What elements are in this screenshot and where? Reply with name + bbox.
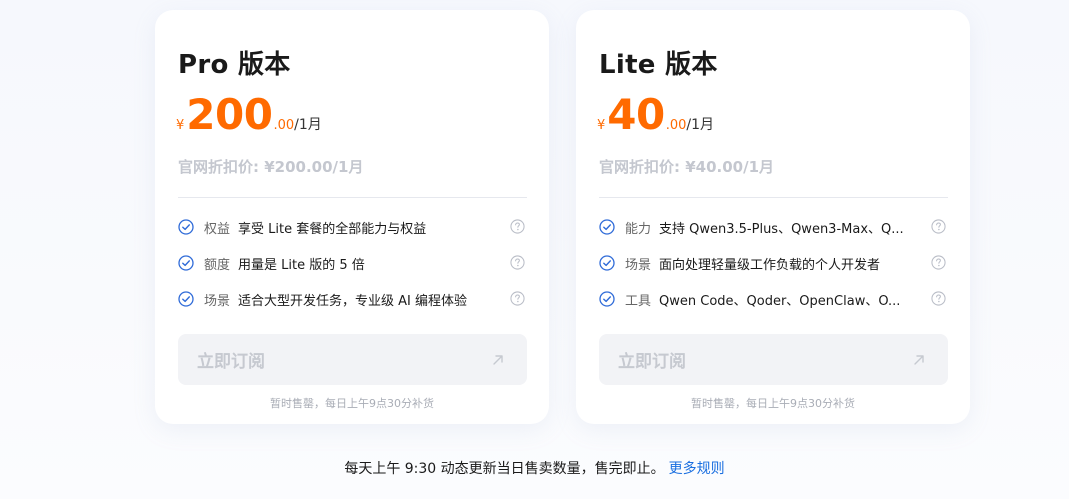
question-circle-icon[interactable]: [931, 291, 946, 306]
feature-label: 额度: [204, 258, 231, 273]
feature-item: 场景 适合大型开发任务，专业级 AI 编程体验: [178, 288, 527, 324]
feature-text: 面向处理轻量级工作负载的个人开发者: [659, 258, 881, 273]
price-currency: ¥: [597, 118, 606, 133]
check-circle-icon: [599, 291, 615, 307]
feature-text: 适合大型开发任务，专业级 AI 编程体验: [238, 294, 468, 309]
price-period: /1月: [686, 117, 715, 133]
sold-out-note: 暂时售罄，每日上午9点30分补货: [270, 397, 434, 410]
divider: [178, 197, 527, 198]
check-circle-icon: [178, 255, 194, 271]
official-discount-price: 官网折扣价: ¥200.00/1月: [178, 158, 364, 176]
price-currency: ¥: [176, 118, 185, 133]
price-amount: 40: [607, 90, 665, 139]
feature-list: 权益 享受 Lite 套餐的全部能力与权益 额度 用量是 Lite 版的 5 倍…: [178, 216, 527, 324]
check-circle-icon: [599, 255, 615, 271]
arrow-up-right-icon: [914, 354, 924, 365]
footer-note: 每天上午 9:30 动态更新当日售卖数量，售完即止。 更多规则: [0, 458, 1069, 478]
subscribe-label: 立即订阅: [618, 352, 686, 372]
official-discount-price: 官网折扣价: ¥40.00/1月: [599, 158, 775, 176]
feature-item: 工具 Qwen Code、Qoder、OpenClaw、O...: [599, 288, 948, 324]
feature-text: 享受 Lite 套餐的全部能力与权益: [238, 222, 427, 237]
check-circle-icon: [599, 219, 615, 235]
subscribe-button[interactable]: 立即订阅: [178, 334, 527, 385]
feature-item: 能力 支持 Qwen3.5-Plus、Qwen3-Max、Q...: [599, 216, 948, 252]
feature-label: 能力: [625, 222, 652, 237]
price: ¥40.00/1月: [597, 94, 714, 154]
arrow-up-right-icon: [493, 354, 503, 365]
feature-label: 场景: [625, 258, 652, 273]
plan-title: Lite 版本: [599, 50, 718, 80]
check-circle-icon: [178, 291, 194, 307]
feature-item: 额度 用量是 Lite 版的 5 倍: [178, 252, 527, 288]
subscribe-label: 立即订阅: [197, 352, 265, 372]
price-period: /1月: [294, 117, 322, 133]
question-circle-icon[interactable]: [510, 291, 525, 306]
footer-text: 每天上午 9:30 动态更新当日售卖数量，售完即止。: [344, 461, 665, 477]
plan-title: Pro 版本: [178, 50, 291, 80]
feature-text: 支持 Qwen3.5-Plus、Qwen3-Max、Q...: [659, 222, 904, 237]
feature-label: 场景: [204, 294, 231, 309]
subscribe-button[interactable]: 立即订阅: [599, 334, 948, 385]
feature-item: 权益 享受 Lite 套餐的全部能力与权益: [178, 216, 527, 252]
feature-text: 用量是 Lite 版的 5 倍: [238, 258, 365, 273]
feature-list: 能力 支持 Qwen3.5-Plus、Qwen3-Max、Q... 场景 面向处…: [599, 216, 948, 324]
feature-text: Qwen Code、Qoder、OpenClaw、O...: [659, 294, 901, 309]
price-decimal: .00: [665, 118, 687, 133]
price-amount: 200: [186, 90, 273, 139]
sold-out-note: 暂时售罄，每日上午9点30分补货: [691, 397, 855, 410]
feature-label: 权益: [204, 222, 231, 237]
question-circle-icon[interactable]: [510, 219, 525, 234]
feature-label: 工具: [625, 294, 652, 309]
more-rules-link[interactable]: 更多规则: [669, 461, 725, 477]
question-circle-icon[interactable]: [510, 255, 525, 270]
check-circle-icon: [178, 219, 194, 235]
price-decimal: .00: [273, 118, 295, 133]
plan-card-lite: Lite 版本 ¥40.00/1月 官网折扣价: ¥40.00/1月 能力 支持…: [576, 10, 970, 424]
price: ¥200.00/1月: [176, 94, 322, 154]
plan-card-pro: Pro 版本 ¥200.00/1月 官网折扣价: ¥200.00/1月 权益 享…: [155, 10, 549, 424]
feature-item: 场景 面向处理轻量级工作负载的个人开发者: [599, 252, 948, 288]
divider: [599, 197, 948, 198]
question-circle-icon[interactable]: [931, 219, 946, 234]
question-circle-icon[interactable]: [931, 255, 946, 270]
